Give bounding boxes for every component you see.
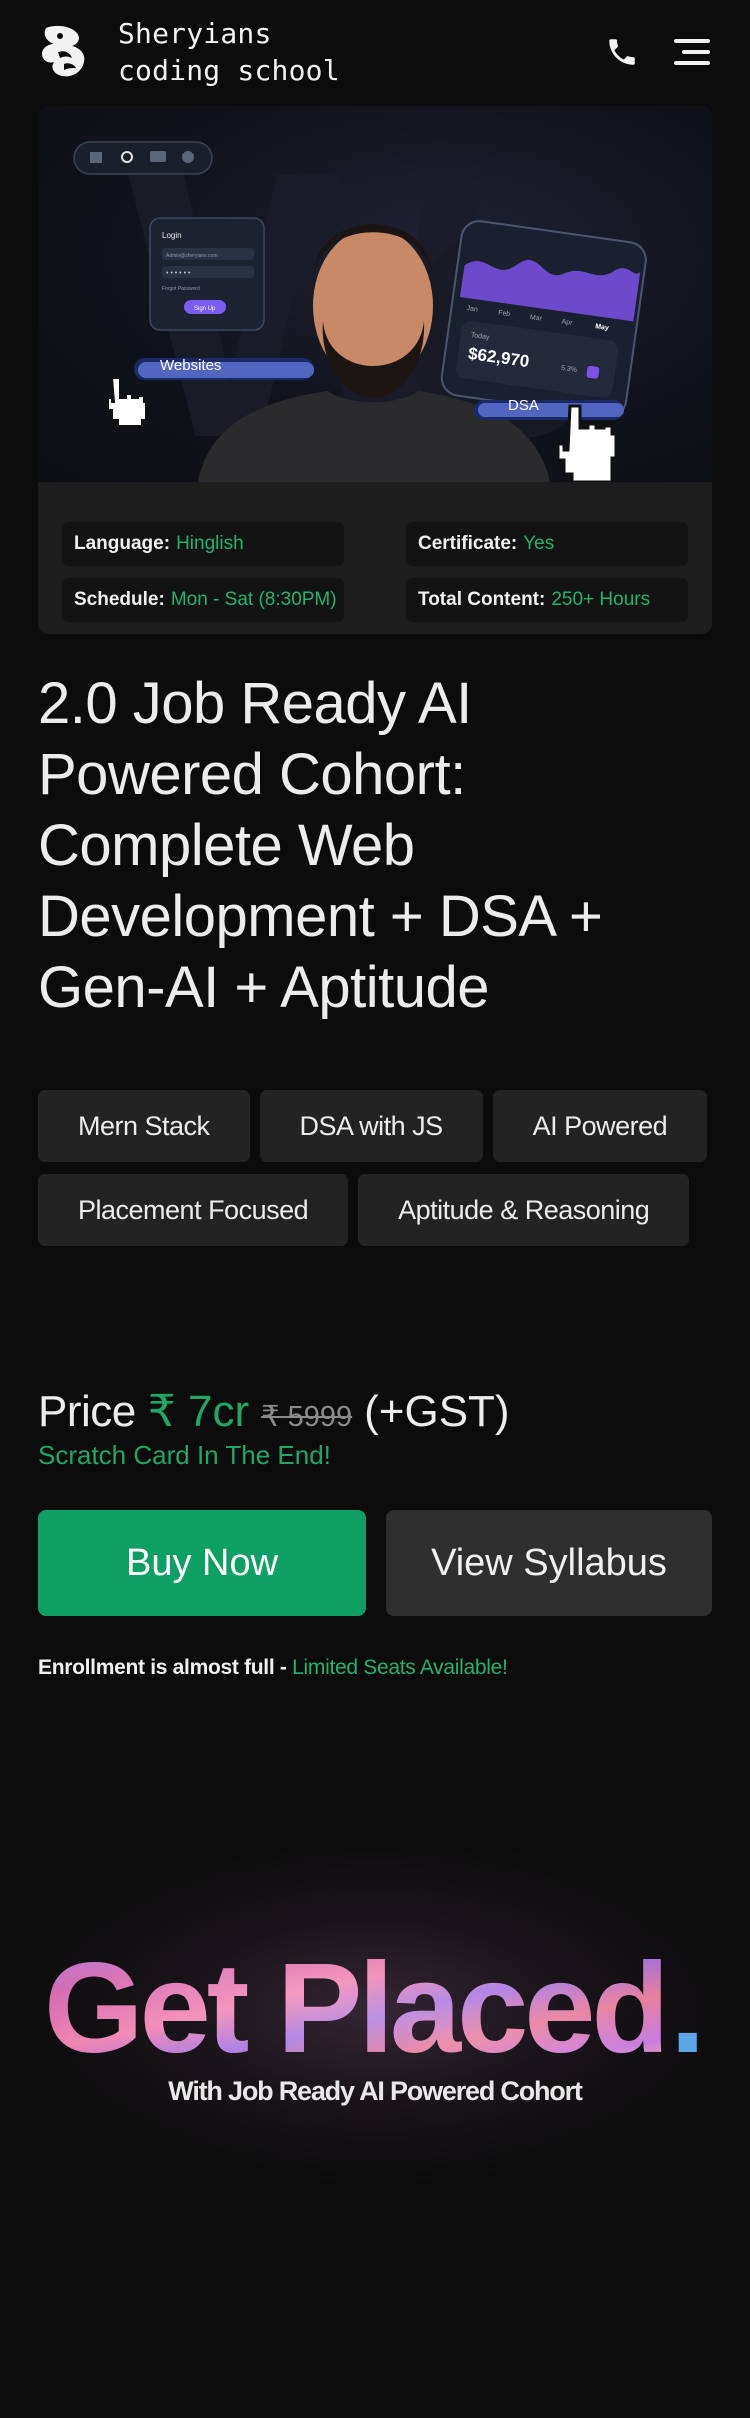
brand-line-1: Sheryians <box>118 17 272 50</box>
mock-login-email: Admin@sheryians.com <box>166 253 217 259</box>
schedule-label: Schedule: <box>74 589 165 610</box>
price-row: Price ₹ 7cr ₹ 5999 (+GST) <box>38 1386 510 1437</box>
price-tax: (+GST) <box>364 1387 510 1436</box>
menu-icon[interactable] <box>672 32 712 72</box>
course-info-panel: Language: Hinglish Certificate: Yes Sche… <box>38 482 712 634</box>
total-content-label: Total Content: <box>418 589 546 610</box>
get-placed-headline: Get Placed Get Placed . <box>44 1937 706 2080</box>
buy-now-button[interactable]: Buy Now <box>38 1510 366 1616</box>
enrollment-highlight: Limited Seats Available! <box>292 1656 508 1679</box>
language-label: Language: <box>74 533 171 554</box>
schedule-info: Schedule: Mon - Sat (8:30PM) <box>62 578 344 622</box>
course-hero-card: W e Login Admin@sheryians.com • • • • • … <box>38 106 712 634</box>
site-header: Sheryians coding school <box>0 0 750 104</box>
get-placed-dot: . <box>670 1937 706 2080</box>
tag-placement-focused: Placement Focused <box>38 1174 349 1246</box>
tag-ai-powered: AI Powered <box>492 1090 708 1162</box>
enrollment-text: Enrollment is almost full - <box>38 1656 293 1679</box>
certificate-value: Yes <box>523 533 555 554</box>
price-label: Price <box>38 1387 136 1436</box>
mock-login-forgot: Forgot Password <box>162 286 200 292</box>
tag-mern-stack: Mern Stack <box>38 1090 250 1162</box>
mock-login-button: Sign Up <box>194 306 216 312</box>
schedule-value: Mon - Sat (8:30PM) <box>170 589 337 610</box>
course-banner-image: W e Login Admin@sheryians.com • • • • • … <box>38 106 712 482</box>
get-placed-subline: With Job Ready AI Powered Cohort <box>168 2076 583 2106</box>
tag-dsa-with-js: DSA with JS <box>259 1090 483 1162</box>
header-actions <box>602 32 712 72</box>
certificate-info: Certificate: Yes <box>406 522 688 566</box>
language-value: Hinglish <box>176 533 244 554</box>
websites-label: Websites <box>160 357 221 374</box>
view-syllabus-button[interactable]: View Syllabus <box>386 1510 712 1616</box>
enrollment-notice: Enrollment is almost full - Limited Seat… <box>38 1656 508 1680</box>
brand-line-2: coding school <box>118 54 340 87</box>
phone-icon[interactable] <box>602 32 642 72</box>
price-original: ₹ 5999 <box>261 1401 353 1433</box>
price-current: ₹ 7cr <box>147 1387 250 1436</box>
language-info: Language: Hinglish <box>62 522 344 566</box>
mock-login-title: Login <box>162 231 182 240</box>
svg-text:• • • • • •: • • • • • • <box>166 270 191 277</box>
dsa-label: DSA <box>508 397 539 414</box>
svg-text:Get Placed: Get Placed <box>44 1937 666 2080</box>
tag-aptitude-reasoning: Aptitude & Reasoning <box>358 1174 690 1246</box>
sheryians-logo-icon[interactable] <box>38 22 90 82</box>
total-content-value: 250+ Hours <box>551 589 651 610</box>
course-title: 2.0 Job Ready AI Powered Cohort: Complet… <box>38 671 603 1020</box>
certificate-label: Certificate: <box>418 533 518 554</box>
brand-name[interactable]: Sheryians coding school <box>118 15 340 89</box>
course-tags: Mern Stack DSA with JS AI Powered Placem… <box>38 1090 712 1246</box>
total-content-info: Total Content: 250+ Hours <box>406 578 688 622</box>
scratch-card-note: Scratch Card In The End! <box>38 1440 331 1470</box>
